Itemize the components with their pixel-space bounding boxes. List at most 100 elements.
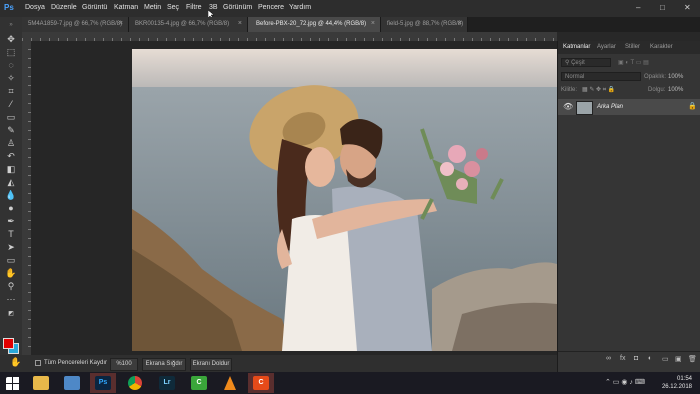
tab-layers[interactable]: Katmanlar [563,44,590,50]
layer-name[interactable]: Arka Plan [597,104,623,110]
fill-value[interactable]: 100% [668,87,683,93]
taskbar-chrome[interactable] [123,373,149,393]
taskbar-photoshop[interactable]: Ps [90,373,116,393]
opacity-label: Opaklık: [644,74,667,80]
brush-tool-icon[interactable]: ✎ [4,125,18,136]
blend-mode-select[interactable]: Normal [561,72,641,81]
new-layer-icon[interactable]: ▣ [675,355,682,363]
tab-close-icon[interactable]: × [371,20,375,27]
magic-wand-tool-icon[interactable]: ✧ [4,73,18,84]
tab-close-icon[interactable]: × [238,20,242,27]
vlc-icon [224,376,236,390]
layers-panel: Katmanlar Ayarlar Stiller Karakter ⚲ Çeş… [557,41,700,372]
tools-panel: » ✥ ⬚ ◌ ✧ ⌗ ⁄ ▭ ✎ ♙ ↶ ◧ ◭ 💧 ● ✒ T ➤ ▭ ✋ … [0,17,22,355]
filter-icons[interactable]: ▣ ◐ T ▭ ▤ [618,59,649,66]
tab-close-icon[interactable]: × [119,20,123,27]
fit-screen-button[interactable]: Ekrana Sığdır [142,358,186,371]
scroll-all-checkbox[interactable] [35,360,41,366]
options-bar: ✋ Tüm Pencereleri Kaydır %100 Ekrana Sığ… [0,355,557,372]
blur-tool-icon[interactable]: 💧 [4,190,18,201]
hand-tool-icon[interactable]: ✋ [4,268,18,279]
zoom-100-button[interactable]: %100 [110,358,138,371]
photoshop-icon: Ps [95,376,111,390]
default-colors-icon[interactable]: ◩ [4,309,18,320]
clone-stamp-tool-icon[interactable]: ♙ [4,138,18,149]
maximize-button[interactable]: □ [660,3,665,12]
taskbar-vlc[interactable] [218,373,244,393]
chrome-icon [128,376,142,390]
adjustment-layer-icon[interactable]: ◐ [648,355,652,362]
menu-filter[interactable]: Filtre [186,4,202,11]
healing-brush-tool-icon[interactable]: ▭ [4,112,18,123]
taskbar-network[interactable] [59,373,85,393]
dodge-tool-icon[interactable]: ● [4,203,18,214]
minimize-button[interactable]: – [636,3,640,12]
more-tools-icon[interactable]: ··· [4,294,18,305]
foreground-color-swatch[interactable] [3,338,14,349]
menu-window[interactable]: Pencere [258,4,284,11]
tab-label: 5M4A1859-7.jpg @ 66,7% (RGB/8) [28,21,123,27]
zoom-tool-icon[interactable]: ⚲ [4,281,18,292]
document-tab-bar: 5M4A1859-7.jpg @ 66,7% (RGB/8) × BKR0013… [22,17,700,32]
pen-tool-icon[interactable]: ✒ [4,216,18,227]
start-button[interactable] [0,373,26,393]
hand-tool-icon[interactable]: ✋ [10,357,21,368]
menu-select[interactable]: Seç [167,4,179,11]
clock[interactable]: 01:54 26.12.2018 [662,375,692,391]
network-icon [64,376,80,390]
taskbar-lightroom[interactable]: Lr [154,373,180,393]
delete-layer-icon[interactable]: 🗑 [688,355,697,363]
paint-bucket-tool-icon[interactable]: ◭ [4,177,18,188]
rectangle-tool-icon[interactable]: ▭ [4,255,18,266]
eraser-tool-icon[interactable]: ◧ [4,164,18,175]
tab-adjustments[interactable]: Ayarlar [597,44,616,50]
marquee-tool-icon[interactable]: ⬚ [4,47,18,58]
lock-icons[interactable]: ▦ ✎ ✥ ⌗ 🔒 [582,86,615,94]
tab-doc-4[interactable]: field-5.jpg @ 88,7% (RGB/8) × [381,17,468,32]
vertical-ruler [22,41,31,355]
opacity-value[interactable]: 100% [668,74,683,80]
type-tool-icon[interactable]: T [4,229,18,240]
menu-type[interactable]: Metin [144,4,161,11]
menu-image[interactable]: Görüntü [82,4,107,11]
new-group-icon[interactable]: ▭ [662,355,669,363]
menu-file[interactable]: Dosya [25,4,45,11]
fill-label: Dolgu: [648,87,666,93]
visibility-eye-icon[interactable]: 👁 [563,102,573,111]
history-brush-tool-icon[interactable]: ↶ [4,151,18,162]
tab-doc-1[interactable]: 5M4A1859-7.jpg @ 66,7% (RGB/8) × [22,17,129,32]
recorder-icon: C [253,376,269,390]
lasso-tool-icon[interactable]: ◌ [4,60,18,71]
fx-icon[interactable]: fx [620,355,625,362]
move-tool-icon[interactable]: ✥ [4,34,18,45]
crop-tool-icon[interactable]: ⌗ [4,86,18,97]
add-mask-icon[interactable]: ◘ [634,355,638,362]
menu-edit[interactable]: Düzenle [51,4,77,11]
photoshop-logo: Ps [4,3,14,12]
clock-time: 01:54 [676,376,692,382]
eyedropper-tool-icon[interactable]: ⁄ [4,99,18,110]
link-layers-icon[interactable]: ∞ [606,355,611,362]
canvas-area[interactable] [31,41,557,355]
tab-close-icon[interactable]: × [458,20,462,27]
menu-view[interactable]: Görünüm [223,4,252,11]
tab-doc-3[interactable]: Before-PBX-20_72.jpg @ 44,4% (RGB/8) × [248,17,381,32]
panel-footer: ∞ fx ◘ ◐ ▭ ▣ 🗑 [558,351,700,366]
camtasia-icon: C [191,376,207,390]
document-photo[interactable] [132,49,557,351]
taskbar-camtasia[interactable]: C [186,373,212,393]
close-button[interactable]: ✕ [684,3,691,12]
tab-doc-2[interactable]: BKR00135-4.jpg @ 66,7% (RGB/8) × [129,17,248,32]
taskbar-camtasia-recorder[interactable]: C [248,373,274,393]
menu-help[interactable]: Yardım [289,4,311,11]
tab-styles[interactable]: Stiller [625,44,640,50]
layer-filter-select[interactable]: ⚲ Çeşit [561,58,611,67]
tray-icons[interactable]: ⌃ ▭ ◉ ♪ ⌨ [605,378,645,386]
taskbar-file-explorer[interactable] [28,373,54,393]
fill-screen-button[interactable]: Ekranı Doldur [190,358,232,371]
path-selection-tool-icon[interactable]: ➤ [4,242,18,253]
menu-layer[interactable]: Katman [114,4,138,11]
layer-filter-label: Çeşit [571,60,585,66]
tab-character[interactable]: Karakter [650,44,673,50]
layer-row[interactable]: 👁 Arka Plan 🔒 [558,99,700,115]
